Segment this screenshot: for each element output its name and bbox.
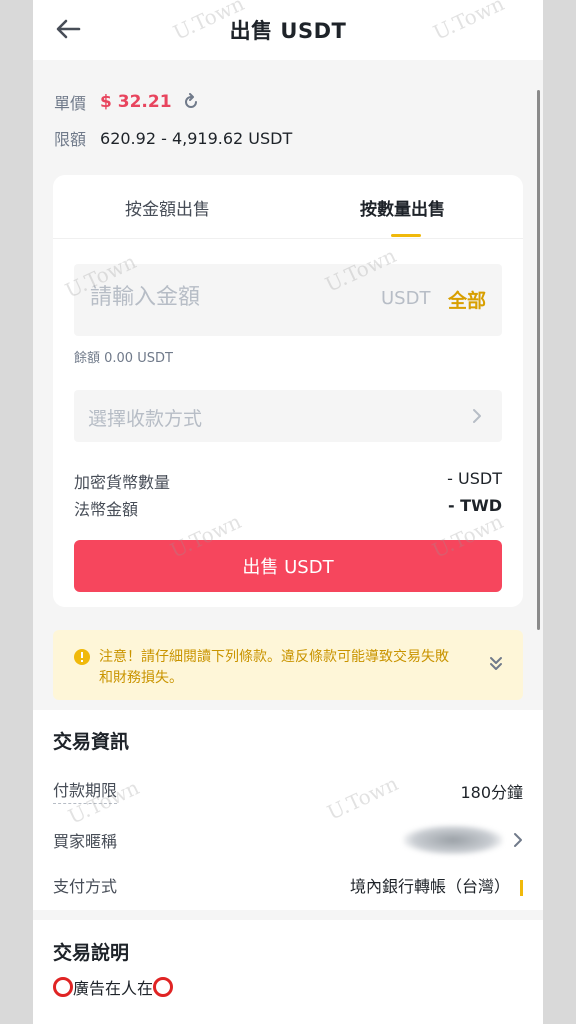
chevron-right-icon — [472, 408, 482, 424]
payment-deadline-label[interactable]: 付款期限 — [53, 777, 118, 804]
balance-text: 餘額 0.00 USDT — [74, 351, 173, 366]
refresh-button[interactable] — [182, 93, 200, 111]
price-row: 單價 $ 32.21 — [54, 90, 200, 114]
buyer-nickname — [403, 825, 523, 855]
page-title: 出售 USDT — [229, 19, 347, 43]
amount-unit: USDT — [381, 288, 431, 309]
trade-info-title: 交易資訊 — [53, 731, 130, 753]
double-chevron-down-icon — [490, 657, 502, 670]
top-bar: 出售 USDT — [33, 0, 543, 60]
price-value: $ 32.21 — [100, 92, 172, 112]
tab-sell-by-quantity[interactable]: 按數量出售 — [360, 195, 445, 220]
refresh-icon — [184, 93, 197, 108]
trade-desc-section — [33, 920, 543, 1024]
sell-usdt-button[interactable]: 出售 USDT — [74, 540, 502, 592]
amount-input[interactable] — [88, 284, 332, 311]
payment-deadline-row: 付款期限 180分鐘 — [53, 777, 523, 804]
trade-desc-text: 廣告在人在 — [73, 979, 154, 998]
limit-label: 限額 — [54, 130, 87, 149]
tab-divider — [53, 238, 523, 239]
section-divider — [33, 910, 543, 920]
payment-color-bar — [520, 879, 523, 896]
warning-icon — [73, 648, 91, 666]
all-button[interactable]: 全部 — [448, 286, 486, 313]
scrollbar[interactable] — [537, 90, 540, 630]
payment-method-value-wrap: 境內銀行轉帳（台灣） — [350, 873, 523, 897]
crypto-amount-label: 加密貨幣數量 — [74, 473, 171, 492]
fiat-amount-row: 法幣金額 - TWD — [74, 496, 502, 520]
active-tab-indicator — [391, 234, 421, 237]
trade-desc-text-row: 廣告在人在 — [53, 975, 174, 999]
expand-button[interactable] — [489, 656, 503, 672]
payment-method-select[interactable]: 選擇收款方式 — [74, 390, 502, 442]
fiat-amount-value: - TWD — [447, 496, 502, 515]
red-circle-icon — [53, 977, 73, 997]
price-label: 單價 — [54, 94, 87, 113]
trade-desc-title: 交易說明 — [53, 942, 130, 964]
red-circle-icon — [153, 977, 174, 997]
payment-method-label: 支付方式 — [53, 877, 118, 896]
limit-row: 限額 620.92 - 4,919.62 USDT — [54, 126, 292, 150]
fiat-amount-label: 法幣金額 — [74, 500, 139, 519]
tab-sell-by-amount[interactable]: 按金額出售 — [125, 195, 210, 220]
buyer-nickname-label: 買家暱稱 — [53, 832, 118, 851]
app-screen: 出售 USDT 單價 $ 32.21 限額 620.92 - 4,919.62 … — [33, 0, 543, 1024]
payment-method-row: 支付方式 境內銀行轉帳（台灣） — [53, 873, 523, 897]
amount-field: USDT 全部 — [74, 264, 502, 336]
blurred-nickname — [403, 825, 503, 855]
limit-value: 620.92 - 4,919.62 USDT — [100, 128, 293, 148]
buyer-nickname-row[interactable]: 買家暱稱 — [53, 825, 523, 855]
terms-notice: 注意！請仔細閱讀下列條款。違反條款可能導致交易失敗和財務損失。 — [53, 630, 523, 700]
chevron-right-icon — [514, 833, 522, 847]
crypto-amount-row: 加密貨幣數量 - USDT — [74, 469, 502, 493]
payment-method-placeholder: 選擇收款方式 — [88, 408, 203, 430]
payment-deadline-value: 180分鐘 — [460, 782, 523, 802]
order-card: 按金額出售 按數量出售 USDT 全部 餘額 0.00 USDT 選擇收款方式 … — [53, 175, 523, 607]
notice-text: 注意！請仔細閱讀下列條款。違反條款可能導致交易失敗和財務損失。 — [99, 649, 449, 686]
crypto-amount-value: - USDT — [447, 469, 502, 488]
payment-method-value: 境內銀行轉帳（台灣） — [349, 877, 510, 896]
